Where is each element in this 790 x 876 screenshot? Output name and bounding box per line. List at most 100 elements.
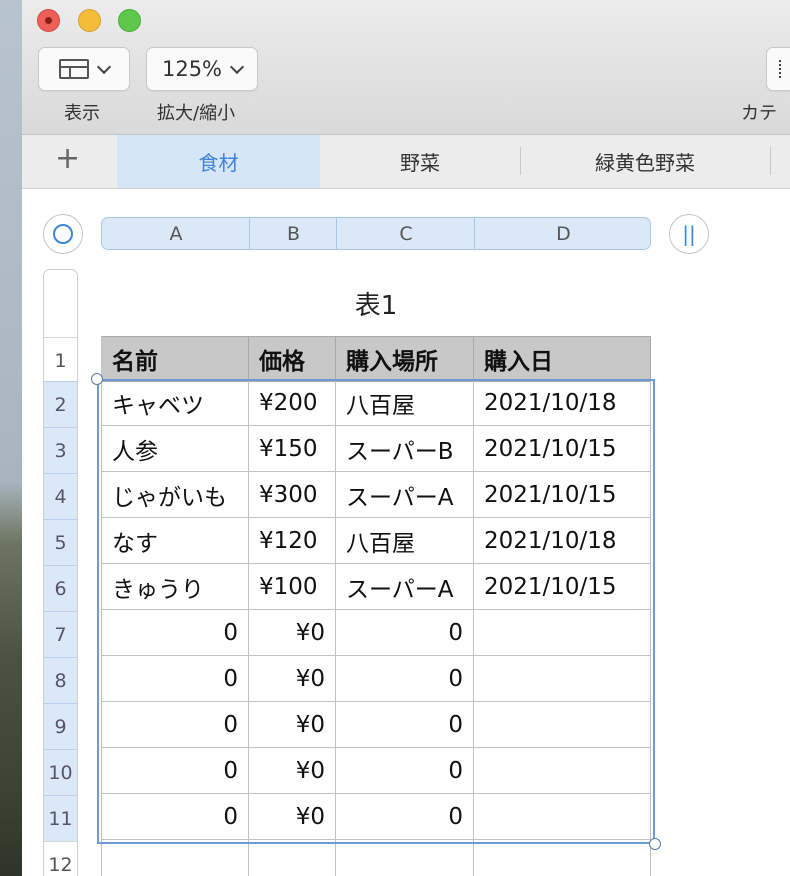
category-button[interactable] — [766, 47, 790, 91]
zoom-value: 125% — [161, 57, 223, 81]
row-header-bar[interactable]: 1 2 3 4 5 6 7 8 9 10 11 12 — [43, 269, 78, 876]
category-label: カテ — [741, 103, 777, 124]
table-cell[interactable]: ¥0 — [249, 610, 336, 656]
table-cell[interactable]: 2021/10/18 — [474, 380, 651, 426]
table-cell[interactable] — [474, 794, 651, 840]
table-cell[interactable]: きゅうり — [101, 564, 249, 610]
tab-sheet-ingredients[interactable]: 食材 — [117, 135, 320, 188]
row-header[interactable]: 5 — [44, 519, 77, 565]
minimize-window-button[interactable] — [78, 9, 101, 32]
table-cell[interactable]: 0 — [336, 702, 474, 748]
view-label: 表示 — [64, 103, 100, 124]
table-header-cell[interactable]: 購入日 — [474, 336, 651, 382]
table-cell[interactable]: 八百屋 — [336, 518, 474, 564]
table-cell[interactable]: キャベツ — [101, 380, 249, 426]
table-cell[interactable] — [249, 840, 336, 876]
table-cell[interactable]: 0 — [336, 610, 474, 656]
table-cell[interactable] — [336, 840, 474, 876]
table-header-cell[interactable]: 名前 — [101, 336, 249, 382]
table-cell[interactable]: 2021/10/15 — [474, 472, 651, 518]
table-cell[interactable] — [474, 840, 651, 876]
zoom-window-button[interactable] — [118, 9, 141, 32]
numbers-window: 表示 125% 拡大/縮小 カテ + 食材 野菜 緑黄色野菜 ABCD || 1… — [22, 0, 790, 876]
table-cell[interactable]: 0 — [101, 794, 249, 840]
table-cell[interactable]: じゃがいも — [101, 472, 249, 518]
table-cell[interactable]: ¥0 — [249, 748, 336, 794]
row-header[interactable]: 6 — [44, 565, 77, 611]
row-header[interactable]: 2 — [44, 381, 77, 427]
column-header[interactable]: D — [475, 218, 652, 249]
table-cell[interactable]: 八百屋 — [336, 380, 474, 426]
column-divider — [336, 218, 337, 249]
table-cell[interactable]: ¥0 — [249, 794, 336, 840]
zoom-menu-button[interactable]: 125% — [146, 47, 258, 91]
table-cell[interactable] — [101, 840, 249, 876]
table-title[interactable]: 表1 — [101, 285, 651, 322]
column-header[interactable]: B — [250, 218, 337, 249]
table-cell[interactable]: 0 — [101, 748, 249, 794]
selection-handle-bottom-right[interactable] — [649, 838, 661, 850]
circle-icon — [53, 224, 73, 244]
table-cell[interactable]: 0 — [336, 748, 474, 794]
table-cell[interactable] — [474, 702, 651, 748]
table-cell[interactable]: 0 — [336, 656, 474, 702]
row-header[interactable]: 9 — [44, 703, 77, 749]
row-header[interactable]: 10 — [44, 749, 77, 795]
table-cell[interactable]: 0 — [101, 656, 249, 702]
row-header[interactable]: 11 — [44, 795, 77, 841]
desktop-background — [0, 0, 22, 876]
table-cell[interactable]: なす — [101, 518, 249, 564]
column-header[interactable]: C — [337, 218, 475, 249]
table-cell[interactable]: 0 — [336, 794, 474, 840]
column-handle-button[interactable]: || — [669, 214, 709, 254]
tab-sheet-vegetables[interactable]: 野菜 — [320, 135, 520, 188]
chevron-down-icon — [229, 59, 245, 74]
row-header[interactable]: 8 — [44, 657, 77, 703]
column-header-bar[interactable]: ABCD — [101, 217, 651, 250]
table-cell[interactable]: ¥0 — [249, 702, 336, 748]
table-header-cell[interactable]: 購入場所 — [336, 336, 474, 382]
table-cell[interactable]: ¥200 — [249, 380, 336, 426]
table-cell[interactable]: ¥120 — [249, 518, 336, 564]
tab-divider — [520, 147, 521, 175]
table-cell[interactable] — [474, 748, 651, 794]
zoom-label: 拡大/縮小 — [157, 103, 236, 124]
table-cell[interactable]: スーパーA — [336, 564, 474, 610]
sheet-tab-bar: + 食材 野菜 緑黄色野菜 — [22, 135, 790, 189]
selection-handle-top-left[interactable] — [91, 373, 103, 385]
table-cell[interactable]: ¥300 — [249, 472, 336, 518]
table-cell[interactable]: 人参 — [101, 426, 249, 472]
select-table-button[interactable] — [43, 214, 83, 254]
sidebar-layout-icon — [59, 59, 89, 79]
tab-sheet-green-yellow-vegetables[interactable]: 緑黄色野菜 — [522, 135, 768, 188]
table-cell[interactable]: 0 — [101, 610, 249, 656]
chevron-down-icon — [96, 59, 112, 74]
category-icon — [779, 60, 785, 78]
row-header[interactable]: 7 — [44, 611, 77, 657]
row-header[interactable]: 3 — [44, 427, 77, 473]
table-cell[interactable]: スーパーB — [336, 426, 474, 472]
table-cell[interactable]: スーパーA — [336, 472, 474, 518]
row-header[interactable]: 12 — [44, 841, 77, 876]
row-header[interactable]: 1 — [44, 337, 77, 383]
view-menu-button[interactable] — [38, 47, 130, 91]
table-cell[interactable]: 2021/10/15 — [474, 426, 651, 472]
table-cell[interactable]: ¥100 — [249, 564, 336, 610]
column-header[interactable]: A — [102, 218, 250, 249]
table-cell[interactable] — [474, 656, 651, 702]
table-cell[interactable]: ¥150 — [249, 426, 336, 472]
add-sheet-button[interactable]: + — [55, 144, 80, 174]
column-divider — [249, 218, 250, 249]
sheet-canvas: ABCD || 1 2 3 4 5 6 7 8 9 10 11 12 表1 名前 価格 購入場所 購入日 キャ… — [22, 189, 790, 876]
toolbar: 表示 125% 拡大/縮小 カテ — [22, 0, 790, 135]
table-cell[interactable]: 0 — [101, 702, 249, 748]
tab-divider — [770, 147, 771, 175]
column-divider — [474, 218, 475, 249]
table-cell[interactable]: ¥0 — [249, 656, 336, 702]
table-cell[interactable]: 2021/10/15 — [474, 564, 651, 610]
row-header[interactable]: 4 — [44, 473, 77, 519]
table-cell[interactable] — [474, 610, 651, 656]
table-header-cell[interactable]: 価格 — [249, 336, 336, 382]
close-window-button[interactable] — [37, 9, 60, 32]
table-cell[interactable]: 2021/10/18 — [474, 518, 651, 564]
